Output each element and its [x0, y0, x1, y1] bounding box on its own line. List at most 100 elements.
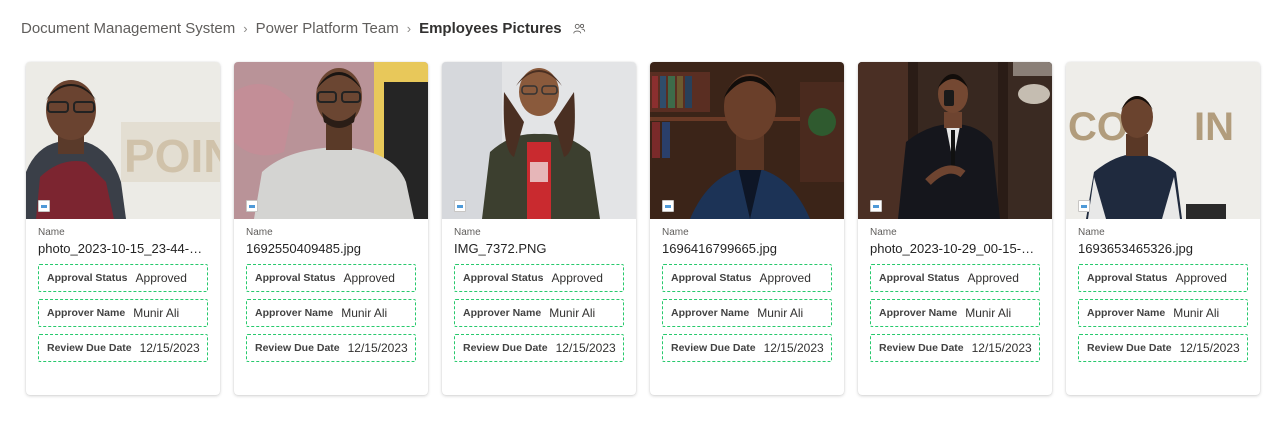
image-file-icon: [1078, 200, 1090, 212]
approver-name-field[interactable]: Approver Name Munir Ali: [870, 299, 1040, 327]
employee-photo[interactable]: [442, 62, 636, 219]
approver-name-value: Munir Ali: [757, 306, 804, 320]
review-due-date-value: 12/15/2023: [555, 341, 616, 355]
card-metadata: Name 1696416799665.jpg Approval Status A…: [650, 219, 844, 362]
file-name[interactable]: 1693653465326.jpg: [1078, 241, 1248, 257]
review-due-date-label: Review Due Date: [671, 342, 756, 354]
approval-status-value: Approved: [135, 271, 187, 285]
review-due-date-field[interactable]: Review Due Date 12/15/2023: [454, 334, 624, 362]
file-name[interactable]: photo_2023-10-29_00-15-55.j...: [870, 241, 1040, 257]
approval-status-label: Approval Status: [671, 272, 752, 284]
svg-text:IN: IN: [1194, 105, 1234, 149]
approval-status-field[interactable]: Approval Status Approved: [38, 264, 208, 292]
approval-status-value: Approved: [1175, 271, 1227, 285]
card-metadata: Name 1692550409485.jpg Approval Status A…: [234, 219, 428, 362]
review-due-date-value: 12/15/2023: [347, 341, 408, 355]
employee-photo[interactable]: [858, 62, 1052, 219]
employee-photo[interactable]: POIN: [26, 62, 220, 219]
review-due-date-value: 12/15/2023: [1179, 341, 1240, 355]
svg-text:POIN: POIN: [124, 130, 220, 182]
breadcrumb-item-power-platform-team[interactable]: Power Platform Team: [256, 20, 399, 37]
svg-text:CO: CO: [1068, 105, 1128, 149]
approval-status-value: Approved: [967, 271, 1019, 285]
employee-photo[interactable]: CO IN: [1066, 62, 1260, 219]
approver-name-field[interactable]: Approver Name Munir Ali: [662, 299, 832, 327]
approver-name-label: Approver Name: [255, 307, 334, 319]
shared-people-icon[interactable]: [572, 22, 586, 36]
approver-name-label: Approver Name: [463, 307, 542, 319]
approver-name-label: Approver Name: [879, 307, 958, 319]
approver-name-field[interactable]: Approver Name Munir Ali: [1078, 299, 1248, 327]
approval-status-label: Approval Status: [255, 272, 336, 284]
review-due-date-field[interactable]: Review Due Date 12/15/2023: [246, 334, 416, 362]
approval-status-label: Approval Status: [879, 272, 960, 284]
document-card[interactable]: CO IN Name 1693653465326.jpg Approval St…: [1066, 62, 1260, 395]
document-card-grid: POIN Name photo_2023-10-15_23-44-31.j...…: [26, 62, 1260, 395]
image-file-icon: [454, 200, 466, 212]
file-name[interactable]: 1696416799665.jpg: [662, 241, 832, 257]
employee-photo[interactable]: [650, 62, 844, 219]
breadcrumb: Document Management System › Power Platf…: [21, 20, 586, 37]
document-card[interactable]: Name photo_2023-10-29_00-15-55.j... Appr…: [858, 62, 1052, 395]
name-label: Name: [454, 227, 481, 238]
approver-name-value: Munir Ali: [1173, 306, 1220, 320]
approval-status-field[interactable]: Approval Status Approved: [454, 264, 624, 292]
name-label: Name: [662, 227, 689, 238]
approver-name-value: Munir Ali: [341, 306, 388, 320]
file-name[interactable]: photo_2023-10-15_23-44-31.j...: [38, 241, 208, 257]
review-due-date-field[interactable]: Review Due Date 12/15/2023: [38, 334, 208, 362]
name-label: Name: [38, 227, 65, 238]
approver-name-label: Approver Name: [1087, 307, 1166, 319]
review-due-date-field[interactable]: Review Due Date 12/15/2023: [870, 334, 1040, 362]
review-due-date-label: Review Due Date: [1087, 342, 1172, 354]
approval-status-value: Approved: [551, 271, 603, 285]
file-name[interactable]: 1692550409485.jpg: [246, 241, 416, 257]
breadcrumb-current: Employees Pictures: [419, 20, 562, 37]
review-due-date-value: 12/15/2023: [971, 341, 1032, 355]
name-label: Name: [870, 227, 897, 238]
review-due-date-label: Review Due Date: [879, 342, 964, 354]
approval-status-value: Approved: [759, 271, 811, 285]
review-due-date-value: 12/15/2023: [763, 341, 824, 355]
approval-status-value: Approved: [343, 271, 395, 285]
chevron-right-icon: ›: [406, 21, 412, 36]
image-file-icon: [870, 200, 882, 212]
approver-name-field[interactable]: Approver Name Munir Ali: [454, 299, 624, 327]
image-file-icon: [662, 200, 674, 212]
card-metadata: Name IMG_7372.PNG Approval Status Approv…: [442, 219, 636, 362]
image-file-icon: [38, 200, 50, 212]
approver-name-label: Approver Name: [47, 307, 126, 319]
document-card[interactable]: POIN Name photo_2023-10-15_23-44-31.j...…: [26, 62, 220, 395]
employee-photo[interactable]: [234, 62, 428, 219]
approval-status-field[interactable]: Approval Status Approved: [870, 264, 1040, 292]
approval-status-label: Approval Status: [1087, 272, 1168, 284]
approver-name-field[interactable]: Approver Name Munir Ali: [38, 299, 208, 327]
review-due-date-label: Review Due Date: [47, 342, 132, 354]
approval-status-label: Approval Status: [463, 272, 544, 284]
review-due-date-value: 12/15/2023: [139, 341, 200, 355]
review-due-date-label: Review Due Date: [255, 342, 340, 354]
approver-name-value: Munir Ali: [965, 306, 1012, 320]
approver-name-field[interactable]: Approver Name Munir Ali: [246, 299, 416, 327]
card-metadata: Name photo_2023-10-29_00-15-55.j... Appr…: [858, 219, 1052, 362]
card-metadata: Name photo_2023-10-15_23-44-31.j... Appr…: [26, 219, 220, 362]
approver-name-value: Munir Ali: [133, 306, 180, 320]
review-due-date-field[interactable]: Review Due Date 12/15/2023: [1078, 334, 1248, 362]
image-file-icon: [246, 200, 258, 212]
approval-status-field[interactable]: Approval Status Approved: [662, 264, 832, 292]
document-card[interactable]: Name 1692550409485.jpg Approval Status A…: [234, 62, 428, 395]
approver-name-value: Munir Ali: [549, 306, 596, 320]
approval-status-label: Approval Status: [47, 272, 128, 284]
name-label: Name: [246, 227, 273, 238]
breadcrumb-item-document-management-system[interactable]: Document Management System: [21, 20, 235, 37]
approval-status-field[interactable]: Approval Status Approved: [1078, 264, 1248, 292]
review-due-date-field[interactable]: Review Due Date 12/15/2023: [662, 334, 832, 362]
review-due-date-label: Review Due Date: [463, 342, 548, 354]
approval-status-field[interactable]: Approval Status Approved: [246, 264, 416, 292]
document-card[interactable]: Name 1696416799665.jpg Approval Status A…: [650, 62, 844, 395]
file-name[interactable]: IMG_7372.PNG: [454, 241, 624, 257]
approver-name-label: Approver Name: [671, 307, 750, 319]
document-card[interactable]: Name IMG_7372.PNG Approval Status Approv…: [442, 62, 636, 395]
card-metadata: Name 1693653465326.jpg Approval Status A…: [1066, 219, 1260, 362]
chevron-right-icon: ›: [243, 21, 248, 36]
